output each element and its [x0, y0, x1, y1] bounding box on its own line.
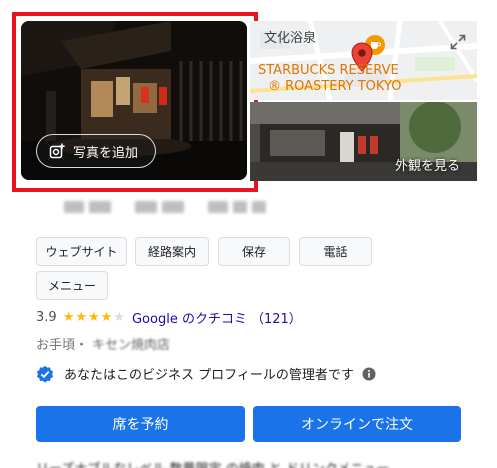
website-button[interactable]: ウェブサイト	[36, 237, 127, 266]
category-separator: ・	[75, 338, 89, 353]
info-icon[interactable]	[362, 367, 376, 381]
call-button[interactable]: 電話	[299, 237, 372, 266]
owner-notice-text: あなたはこのビジネス プロフィールの管理者です	[64, 368, 354, 383]
save-button[interactable]: 保存	[218, 237, 290, 266]
view-exterior-label[interactable]: 外観を見る	[395, 155, 460, 174]
owner-notice: あなたはこのビジネス プロフィールの管理者です	[36, 364, 376, 383]
map-store-label-line1: STARBUCKS RESERVE	[258, 63, 399, 78]
price-level: お手頃	[36, 338, 76, 353]
business-category[interactable]: キセン焼肉店	[92, 334, 170, 353]
rating-stars: ★★★★★	[62, 310, 126, 325]
expand-icon	[450, 34, 466, 50]
business-name-blurred	[64, 198, 266, 216]
order-online-button[interactable]: オンラインで注文	[253, 406, 461, 442]
category-row: お手頃 ・ キセン焼肉店	[36, 334, 170, 353]
add-photo-button[interactable]: 写真を追加	[36, 134, 156, 168]
map-area-label: 文化浴泉	[264, 31, 317, 46]
expand-map-button[interactable]	[445, 29, 471, 55]
directions-button[interactable]: 経路案内	[135, 237, 209, 266]
reviews-link[interactable]: Google のクチコミ	[132, 308, 247, 327]
add-photo-label: 写真を追加	[73, 145, 139, 161]
rating-row: 3.9 ★★★★★ Google のクチコミ （121）	[36, 308, 302, 327]
reserve-table-button[interactable]: 席を予約	[36, 406, 245, 442]
map-store-label-line2: ® ROASTERY TOKYO	[268, 79, 402, 94]
rating-score: 3.9	[36, 310, 57, 325]
menu-button[interactable]: メニュー	[36, 271, 108, 300]
verified-badge-icon	[36, 365, 54, 383]
description-text: リーズナブルなレベル 数量限定 の焼肉 と ドリンクメニュー	[36, 458, 476, 468]
reviews-count[interactable]: （121）	[251, 308, 302, 327]
add-photo-icon	[49, 143, 65, 159]
